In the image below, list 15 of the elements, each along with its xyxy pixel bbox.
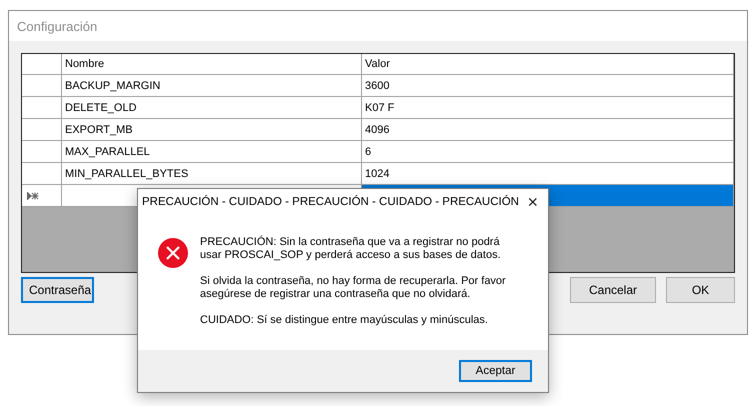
table-cell: 4096 bbox=[362, 119, 734, 140]
window-title: Configuración bbox=[9, 11, 747, 41]
table-cell: DELETE_OLD bbox=[62, 97, 362, 118]
dialog-title: PRECAUCIÓN - CUIDADO - PRECAUCIÓN - CUIDADO - PRECAUCIÓN bbox=[142, 196, 519, 208]
table-cell: 1024 bbox=[362, 163, 734, 184]
table-cell: K07 F bbox=[362, 97, 734, 118]
table-cell: MIN_PARALLEL_BYTES bbox=[62, 163, 362, 184]
message-text: Si olvida la contraseña, no hay forma de recuperarla. Por favor asegúrese de registrar una contraseña que no olvidará. bbox=[200, 275, 507, 301]
message-text: CUIDADO: Sí se distingue entre mayúsculas y minúsculas. bbox=[200, 314, 489, 327]
table-cell: BACKUP_MARGIN bbox=[62, 75, 362, 96]
table-cell: EXPORT_MB bbox=[62, 119, 362, 140]
table-cell: 3600 bbox=[362, 75, 734, 96]
table-cell: 6 bbox=[362, 141, 734, 162]
table-cell: MAX_PARALLEL bbox=[62, 141, 362, 162]
message-text: PRECAUCIÓN: Sin la contraseña que va a registrar no podrá usar PROSCAI_SOP y perderá acceso a sus bases de datos. bbox=[200, 236, 502, 262]
